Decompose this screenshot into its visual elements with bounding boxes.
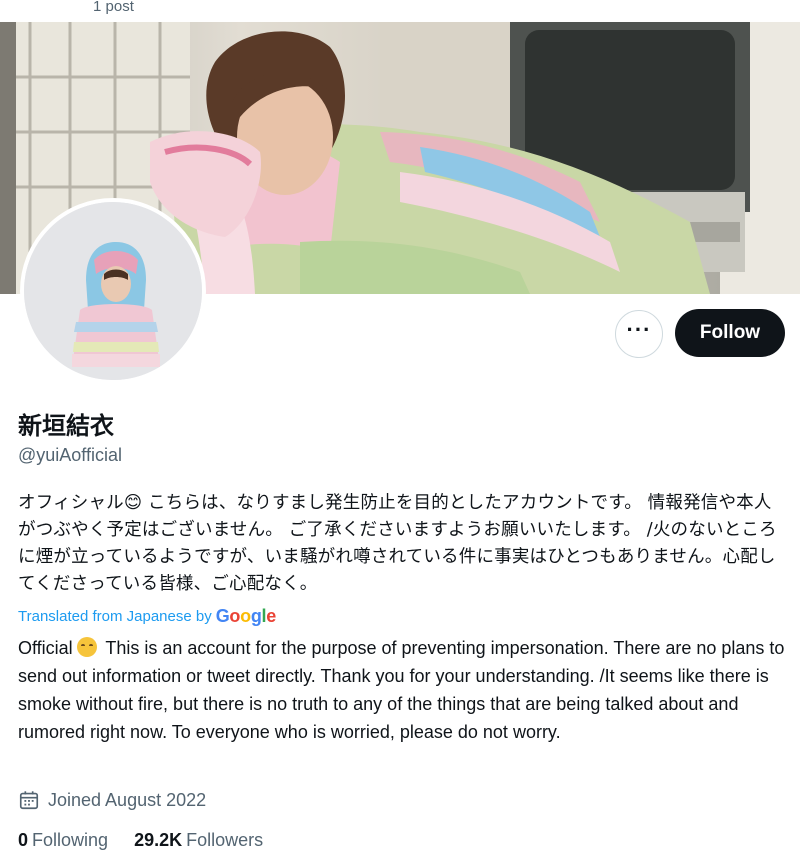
following-link[interactable]: 0 Following bbox=[18, 830, 108, 851]
followers-count: 29.2K bbox=[134, 830, 183, 850]
follow-button[interactable]: Follow bbox=[675, 309, 785, 357]
translation-prefix: Official bbox=[18, 638, 73, 658]
more-options-button[interactable]: ··· bbox=[615, 310, 663, 358]
profile-avatar[interactable] bbox=[20, 198, 206, 384]
post-count: 1 post bbox=[93, 0, 134, 15]
translation-text: This is an account for the purpose of pr… bbox=[18, 638, 785, 742]
profile-handle: @yuiAofficial bbox=[18, 445, 122, 465]
display-name: 新垣結衣 bbox=[18, 413, 114, 440]
bio-original-text: オフィシャル😊 こちらは、なりすまし発生防止を目的としたアカウントです。 情報発… bbox=[18, 493, 777, 594]
smiling-face-emoji-icon bbox=[76, 637, 97, 657]
follow-stats: 0 Following 29.2K Followers bbox=[18, 830, 263, 851]
translation-attribution[interactable]: Translated from Japanese by Google bbox=[18, 606, 276, 627]
following-label: Following bbox=[32, 830, 109, 850]
followers-label: Followers bbox=[186, 830, 264, 850]
google-logo: Google bbox=[215, 606, 277, 626]
following-count: 0 bbox=[18, 830, 29, 850]
bio-translation: Official This is an account for the purp… bbox=[18, 634, 788, 746]
followers-link[interactable]: 29.2K Followers bbox=[134, 830, 263, 851]
joined-text: Joined August 2022 bbox=[48, 789, 207, 810]
translated-label: Translated from Japanese by bbox=[18, 608, 212, 625]
calendar-icon bbox=[19, 791, 39, 810]
avatar-illustration bbox=[24, 202, 202, 380]
joined-date: Joined August 2022 bbox=[18, 789, 206, 811]
